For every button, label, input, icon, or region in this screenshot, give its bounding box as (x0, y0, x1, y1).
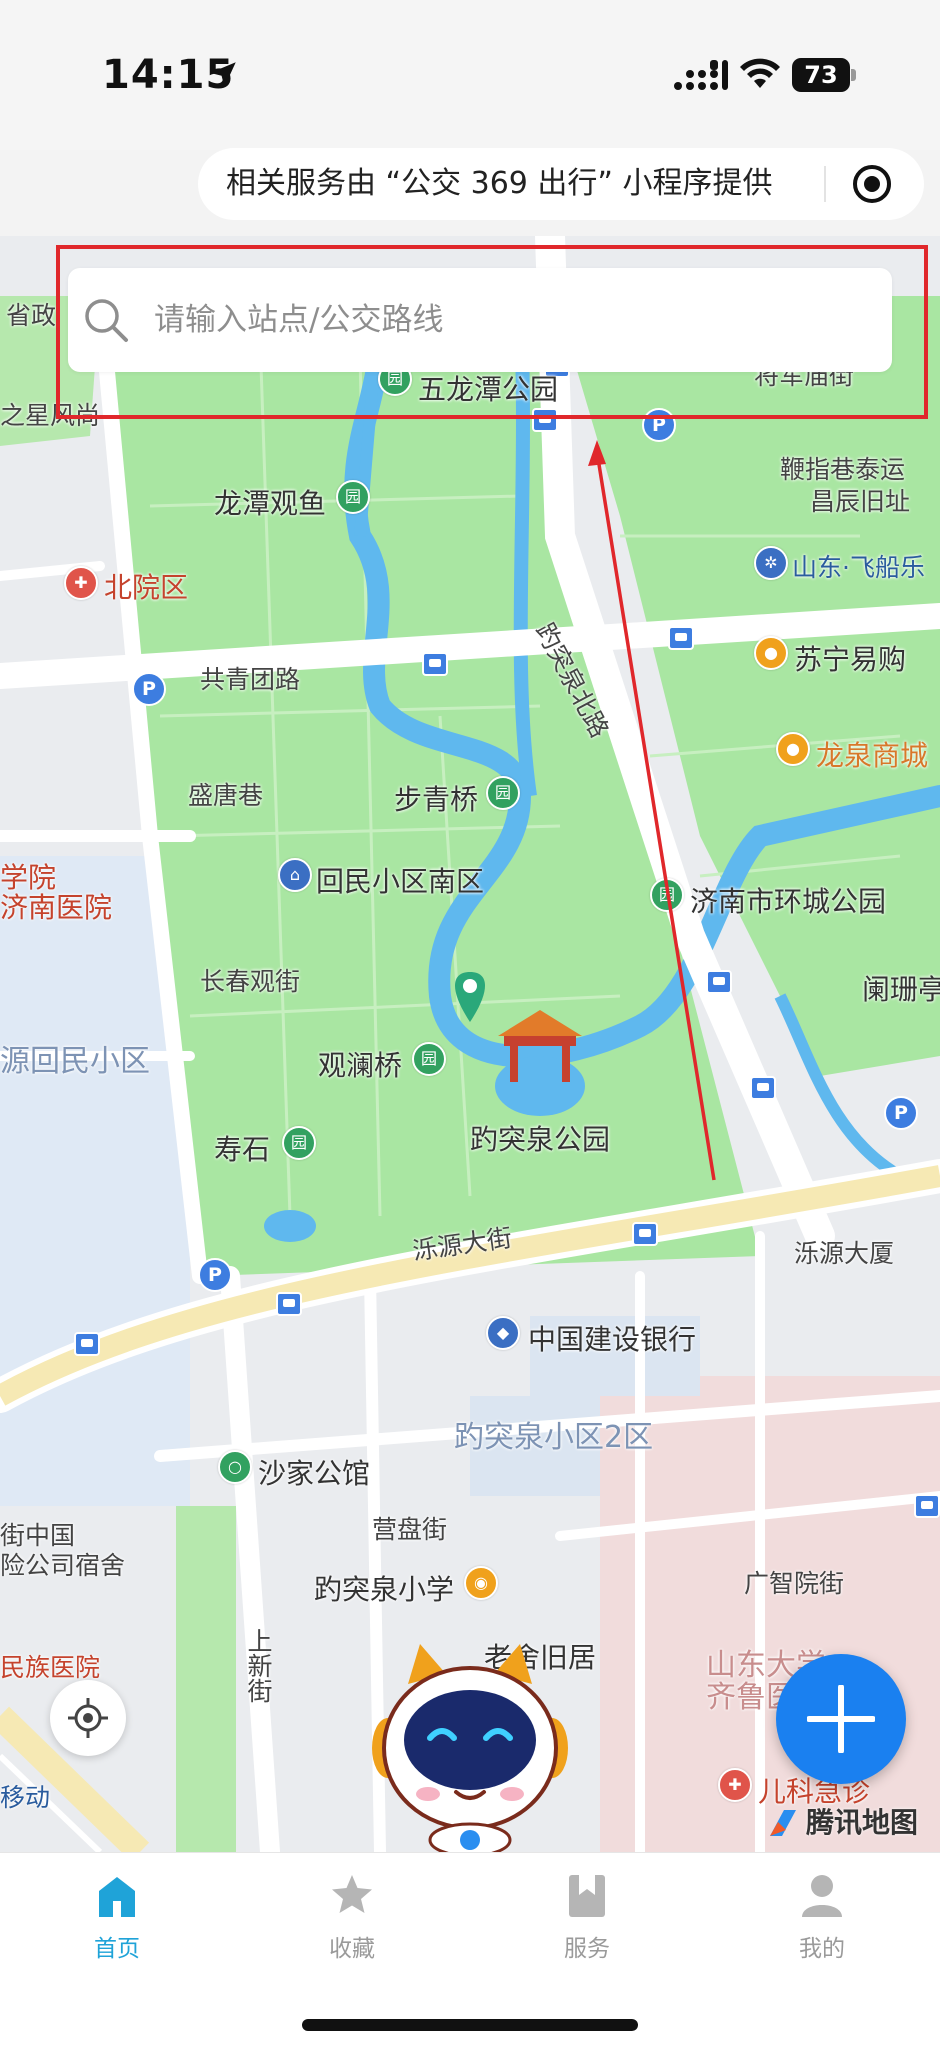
plus-icon (807, 1685, 875, 1753)
map-label: 泺源大厦 (794, 1239, 895, 1268)
map-label: 险公司宿舍 (0, 1551, 126, 1580)
tab-me[interactable]: 我的 (762, 1867, 882, 1977)
map-label: 龙泉商城 (816, 739, 929, 772)
signal-icon (674, 60, 728, 90)
park-poi-icon: 园 (336, 480, 370, 514)
map-provider-label: 腾讯地图 (806, 1806, 919, 1839)
parking-icon: P (642, 408, 676, 442)
wifi-icon (740, 58, 780, 88)
search-input[interactable]: 请输入站点/公交路线 (68, 268, 892, 372)
park-poi-icon: 园 (412, 1042, 446, 1076)
tab-favorites[interactable]: 收藏 (292, 1867, 412, 1977)
map-label: 源回民小区 (0, 1044, 150, 1079)
tab-label: 我的 (799, 1936, 845, 1962)
search-icon (85, 299, 128, 342)
tab-label: 收藏 (329, 1936, 375, 1962)
park-poi-icon: 园 (650, 878, 684, 912)
bus-stop-icon (706, 970, 732, 994)
star-icon (332, 1875, 372, 1913)
mall-poi-icon: ● (776, 732, 810, 766)
search-placeholder: 请输入站点/公交路线 (154, 302, 444, 338)
map-label: 省政 (6, 301, 57, 330)
bus-stop-icon (532, 408, 558, 432)
map-label: 营盘街 (372, 1515, 448, 1544)
tab-label: 服务 (564, 1936, 610, 1962)
divider (824, 166, 826, 202)
store-poi-icon: ● (754, 636, 788, 670)
status-bar: 14:15 73 (0, 0, 940, 150)
parking-icon: P (884, 1096, 918, 1130)
map-label: 北院区 (104, 571, 189, 604)
map-label: 共青团路 (200, 665, 301, 694)
map-label: 之星风尚 (0, 401, 101, 430)
map-label: 济南医院 (0, 891, 113, 924)
tab-label: 首页 (94, 1936, 140, 1962)
park-poi-icon: 园 (282, 1126, 316, 1160)
user-icon (802, 1875, 842, 1917)
bus-stop-icon (276, 1292, 302, 1316)
map-label: 阑珊亭 (862, 973, 940, 1006)
map-view[interactable]: 园 园 ✚ ● ● 园 ⌂ 园 园 园 ◆ ○ ◉ ✚ ✲ P P P P P … (0, 236, 940, 1852)
mascot-robot-image[interactable] (368, 1644, 572, 1858)
battery-level: 73 (804, 61, 838, 89)
map-label: 趵突泉小学 (314, 1573, 455, 1606)
service-provider-notice: 相关服务由 “公交 369 出行” 小程序提供 (198, 148, 924, 220)
bus-stop-icon (632, 1222, 658, 1246)
hospital-poi-icon: ✚ (64, 566, 98, 600)
home-icon (99, 1877, 135, 1917)
parking-icon: P (198, 1258, 232, 1292)
locate-me-button[interactable] (50, 1680, 126, 1756)
map-label: 长春观街 (200, 967, 301, 996)
map-label: 中国建设银行 (528, 1323, 697, 1356)
map-label: 广智院街 (744, 1569, 845, 1598)
parking-icon: P (132, 672, 166, 706)
crosshair-icon (68, 1698, 108, 1738)
bus-stop-icon (422, 652, 448, 676)
map-label: 观澜桥 (318, 1049, 403, 1082)
record-icon[interactable] (850, 162, 894, 206)
tab-services[interactable]: 服务 (527, 1867, 647, 1977)
add-button[interactable] (776, 1654, 906, 1784)
map-label: 民族医院 (0, 1653, 101, 1682)
school-poi-icon: ◉ (464, 1566, 498, 1600)
map-label: 上新街 (244, 1628, 273, 1703)
map-label: 山东·飞船乐 (792, 553, 925, 582)
bus-stop-icon (750, 1076, 776, 1100)
residence-poi-icon: ⌂ (278, 858, 312, 892)
map-label: 寿石 (214, 1133, 271, 1166)
map-label: 五龙潭公园 (418, 373, 559, 406)
map-label: 回民小区南区 (316, 865, 485, 898)
map-label: 移动 (0, 1783, 51, 1812)
map-label: 趵突泉小区2区 (454, 1420, 654, 1455)
map-label: 盛唐巷 (188, 781, 264, 810)
map-label: 鞭指巷泰运 (780, 455, 906, 484)
tab-home[interactable]: 首页 (57, 1867, 177, 1977)
bus-stop-icon (74, 1332, 100, 1356)
tencent-map-logo-icon (770, 1810, 796, 1836)
map-label: 昌辰旧址 (810, 487, 911, 516)
shandong-flying-icon: ✲ (754, 546, 788, 580)
location-arrow-icon (210, 62, 236, 88)
home-indicator (302, 2019, 638, 2031)
bus-stop-icon (668, 626, 694, 650)
battery-indicator: 73 (792, 58, 856, 94)
bank-poi-icon: ◆ (486, 1316, 520, 1350)
bus-stop-icon (914, 1494, 940, 1518)
map-label: 济南市环城公园 (690, 885, 887, 918)
children-hospital-poi-icon: ✚ (718, 1768, 752, 1802)
map-label: 步青桥 (394, 783, 479, 816)
service-notice-text: 相关服务由 “公交 369 出行” 小程序提供 (226, 166, 773, 201)
map-label: 沙家公馆 (258, 1457, 371, 1490)
park-poi-icon: 园 (486, 776, 520, 810)
map-label: 趵突泉公园 (470, 1123, 611, 1156)
bookmark-icon (569, 1875, 605, 1917)
map-label: 龙潭观鱼 (214, 487, 327, 520)
map-label: 苏宁易购 (794, 643, 907, 676)
attraction-poi-icon: ○ (218, 1450, 252, 1484)
tab-bar: 首页 收藏 服务 我的 (0, 1852, 940, 2045)
